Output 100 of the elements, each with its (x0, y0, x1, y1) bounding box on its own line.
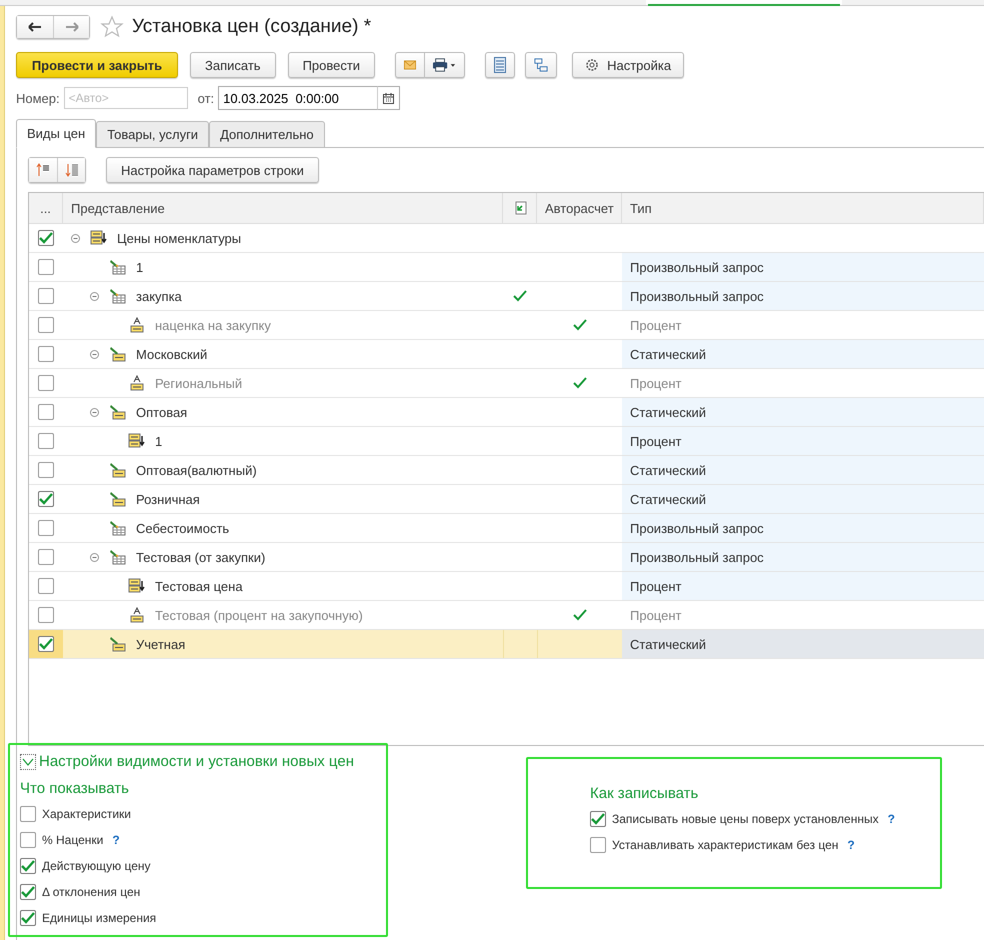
toolbar-button[interactable]: Записать (190, 52, 276, 78)
checkbox[interactable] (590, 837, 606, 853)
back-button[interactable] (17, 16, 53, 38)
type-cell: Статический (630, 492, 706, 506)
printer-icon (433, 58, 456, 72)
tab[interactable]: Дополнительно (209, 121, 325, 148)
pencil-price-icon (109, 404, 127, 420)
markup-icon (128, 317, 146, 333)
collapse-icon[interactable] (90, 408, 99, 416)
help-link[interactable]: ? (847, 838, 855, 852)
checkbox[interactable] (20, 832, 36, 848)
markup-icon (128, 375, 146, 391)
checkbox[interactable] (38, 375, 54, 391)
price-tags-icon (128, 433, 146, 449)
table-row[interactable]: 1 Произвольный запрос (29, 253, 984, 282)
type-cell: Процент (630, 578, 682, 594)
price-tags-icon (90, 230, 108, 246)
checkbox[interactable] (590, 811, 606, 827)
checkbox[interactable] (38, 578, 54, 594)
pencil-price-icon (109, 491, 127, 507)
move-up-button[interactable] (29, 158, 57, 182)
forward-arrow-icon (64, 22, 78, 32)
checkbox[interactable] (38, 288, 54, 304)
favorite-star-icon[interactable] (100, 15, 124, 39)
number-field[interactable]: <Авто> (64, 87, 188, 109)
column-header[interactable]: ... (29, 193, 63, 223)
expand-toggle[interactable] (20, 754, 36, 770)
pencil-table-icon (109, 520, 127, 536)
toolbar-button[interactable]: Провести (288, 52, 376, 78)
table-row[interactable]: Оптовая Статический (29, 398, 984, 427)
collapse-icon[interactable] (90, 292, 99, 300)
checkbox[interactable] (38, 549, 54, 565)
price-type-name: Розничная (136, 492, 200, 506)
checkbox[interactable] (20, 884, 36, 900)
type-cell: Процент (630, 318, 682, 332)
print-button[interactable] (425, 52, 466, 78)
section-title: Как записывать (590, 785, 700, 802)
option-label: Δ отклонения цен (42, 885, 140, 899)
sort-down-icon (64, 163, 78, 177)
checkbox[interactable] (38, 346, 54, 362)
collapse-icon[interactable] (71, 234, 80, 242)
price-type-name: Региональный (155, 376, 242, 390)
date-field[interactable]: 10.03.2025 0:00:00 (218, 86, 378, 110)
price-type-name: Тестовая (от закупки) (136, 550, 266, 564)
checkbox[interactable] (38, 404, 54, 420)
checkbox[interactable] (38, 259, 54, 275)
pencil-table-icon (109, 259, 127, 275)
checkbox[interactable] (38, 317, 54, 333)
group-title: Настройки видимости и установки новых цен (39, 753, 354, 770)
column-header[interactable]: Авторасчет (537, 193, 622, 223)
calendar-button[interactable] (378, 86, 400, 110)
structure-button[interactable] (525, 52, 558, 78)
table-row[interactable]: Розничная Статический (29, 485, 984, 514)
checkbox[interactable] (38, 520, 54, 536)
checkbox[interactable] (38, 607, 54, 623)
post-and-close-button[interactable]: Провести и закрыть (16, 52, 178, 78)
table-row[interactable]: закупка Произвольный запрос (29, 282, 984, 311)
checkbox[interactable] (38, 230, 54, 246)
list-view-button[interactable] (485, 52, 516, 78)
type-cell: Произвольный запрос (630, 260, 764, 274)
table-row[interactable]: 1 Процент (29, 427, 984, 456)
help-link[interactable]: ? (112, 833, 120, 847)
help-link[interactable]: ? (888, 812, 895, 826)
tab[interactable]: Товары, услуги (96, 121, 210, 148)
table-row[interactable]: Оптовая(валютный) Статический (29, 456, 984, 485)
table-row[interactable]: Себестоимость Произвольный запрос (29, 514, 984, 543)
type-cell: Процент (630, 608, 682, 622)
copy-back-icon[interactable] (512, 201, 526, 215)
checkbox[interactable] (38, 636, 54, 652)
checkbox[interactable] (20, 806, 36, 822)
markup-icon (128, 607, 146, 623)
tab[interactable]: Виды цен (16, 119, 96, 148)
checkbox[interactable] (20, 858, 36, 874)
price-type-name: Московский (136, 346, 208, 362)
date-label: от: (198, 90, 214, 106)
type-cell: Статический (630, 636, 706, 652)
type-cell: Произвольный запрос (630, 550, 764, 564)
move-down-button[interactable] (57, 158, 85, 182)
column-header[interactable]: Тип (622, 193, 984, 223)
column-header[interactable]: Представление (63, 193, 503, 223)
settings-button[interactable]: Настройка (572, 52, 684, 78)
type-cell: Процент (630, 376, 682, 390)
gear-icon (585, 58, 600, 72)
collapse-icon[interactable] (90, 350, 99, 358)
back-arrow-icon (28, 22, 42, 32)
price-type-name: закупка (136, 288, 182, 304)
table-row[interactable]: Тестовая цена Процент (29, 572, 984, 601)
type-cell: Статический (630, 404, 706, 420)
email-button[interactable] (395, 52, 426, 78)
checkbox[interactable] (38, 433, 54, 449)
window-title: Установка цен (создание) * (132, 16, 372, 38)
option-label: Единицы измерения (42, 911, 156, 925)
checkbox[interactable] (38, 491, 54, 507)
row-settings-button[interactable]: Настройка параметров строки (106, 157, 319, 183)
collapse-icon[interactable] (90, 552, 99, 562)
checkbox[interactable] (20, 910, 36, 926)
table-row[interactable]: Московский Статический (29, 340, 984, 369)
checkbox[interactable] (38, 462, 54, 478)
table-row[interactable]: Учетная Статический (29, 630, 984, 659)
table-row[interactable]: Тестовая (от закупки) Произвольный запрос (29, 543, 984, 572)
